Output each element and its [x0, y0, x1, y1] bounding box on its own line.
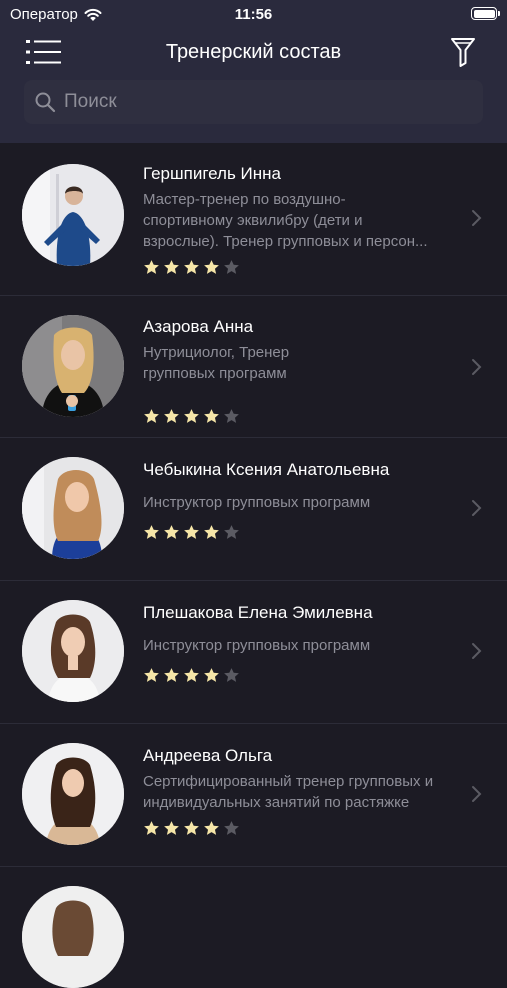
- status-bar: Оператор 11:56: [0, 0, 507, 28]
- description-line: взрослые). Тренер групповых и персон...: [143, 233, 428, 250]
- star-filled-icon: [144, 409, 159, 423]
- description-line: индивидуальных занятий по растяжке: [143, 794, 410, 811]
- trainer-description: Мастер-тренер по воздушно- спортивному э…: [143, 189, 468, 252]
- description-line: групповых программ: [143, 365, 287, 382]
- star-filled-icon: [184, 260, 199, 274]
- star-filled-icon: [164, 260, 179, 274]
- star-filled-icon: [204, 409, 219, 423]
- star-filled-icon: [164, 409, 179, 423]
- avatar: [22, 743, 124, 845]
- star-empty-icon: [224, 668, 239, 682]
- description-line: Нутрициолог, Тренер: [143, 344, 290, 361]
- star-filled-icon: [184, 409, 199, 423]
- search-input[interactable]: [62, 90, 466, 114]
- star-filled-icon: [184, 668, 199, 682]
- page-title: Тренерский состав: [165, 41, 342, 63]
- list-item[interactable]: Гершпигель Инна Мастер-тренер по воздушн…: [0, 143, 507, 296]
- filter-icon: [451, 38, 475, 67]
- rating-stars: [143, 524, 240, 541]
- star-filled-icon: [164, 668, 179, 682]
- star-filled-icon: [204, 821, 219, 835]
- rating-stars: [143, 667, 240, 684]
- search-icon: [35, 92, 56, 113]
- star-filled-icon: [184, 525, 199, 539]
- description-line: Инструктор групповых программ: [143, 637, 371, 654]
- star-filled-icon: [144, 260, 159, 274]
- trainer-description: Нутрициолог, Тренер групповых программ: [143, 342, 468, 384]
- chevron-right-icon: [472, 500, 482, 516]
- trainer-list: Гершпигель Инна Мастер-тренер по воздушн…: [0, 143, 507, 988]
- star-empty-icon: [224, 821, 239, 835]
- avatar: [22, 457, 124, 559]
- list-item[interactable]: [0, 867, 507, 988]
- star-filled-icon: [164, 525, 179, 539]
- list-item[interactable]: Плешакова Елена Эмилевна Инструктор груп…: [0, 581, 507, 724]
- trainer-description: Инструктор групповых программ: [143, 635, 468, 656]
- trainer-name: Чебыкина Ксения Анатольевна: [143, 460, 390, 479]
- trainer-description: Инструктор групповых программ: [143, 492, 468, 513]
- avatar: [22, 164, 124, 266]
- description-line: Мастер-тренер по воздушно-: [143, 191, 346, 208]
- chevron-right-icon: [472, 643, 482, 659]
- trainer-name: Плешакова Елена Эмилевна: [143, 603, 373, 622]
- star-filled-icon: [204, 260, 219, 274]
- star-empty-icon: [224, 260, 239, 274]
- star-filled-icon: [144, 821, 159, 835]
- search-bar[interactable]: [24, 80, 483, 124]
- battery-icon: [471, 7, 500, 20]
- filter-button[interactable]: [449, 36, 479, 70]
- trainer-description: Сертифицированный тренер групповых и инд…: [143, 771, 468, 813]
- description-line: Инструктор групповых программ: [143, 494, 371, 511]
- star-empty-icon: [224, 525, 239, 539]
- description-line: спортивному эквилибру (дети и: [143, 212, 363, 229]
- trainer-name: Гершпигель Инна: [143, 164, 281, 183]
- rating-stars: [143, 408, 240, 425]
- avatar: [22, 886, 124, 988]
- list-item[interactable]: Чебыкина Ксения Анатольевна Инструктор г…: [0, 438, 507, 581]
- list-item[interactable]: Азарова Анна Нутрициолог, Тренер групповы…: [0, 296, 507, 438]
- star-filled-icon: [204, 668, 219, 682]
- chevron-right-icon: [472, 359, 482, 375]
- list-item[interactable]: Андреева Ольга Сертифицированный тренер …: [0, 724, 507, 867]
- avatar: [22, 315, 124, 417]
- navigation-bar: Тренерский состав: [0, 28, 507, 78]
- chevron-right-icon: [472, 210, 482, 226]
- avatar: [22, 600, 124, 702]
- star-empty-icon: [224, 409, 239, 423]
- trainer-name: Андреева Ольга: [143, 746, 273, 765]
- chevron-right-icon: [472, 786, 482, 802]
- star-filled-icon: [144, 668, 159, 682]
- star-filled-icon: [164, 821, 179, 835]
- clock: 11:56: [234, 6, 273, 23]
- rating-stars: [143, 259, 240, 276]
- star-filled-icon: [144, 525, 159, 539]
- star-filled-icon: [184, 821, 199, 835]
- header: Оператор 11:56 Тренерский состав: [0, 0, 507, 143]
- rating-stars: [143, 820, 240, 837]
- description-line: Сертифицированный тренер групповых и: [143, 773, 434, 790]
- star-filled-icon: [204, 525, 219, 539]
- trainer-name: Азарова Анна: [143, 317, 254, 336]
